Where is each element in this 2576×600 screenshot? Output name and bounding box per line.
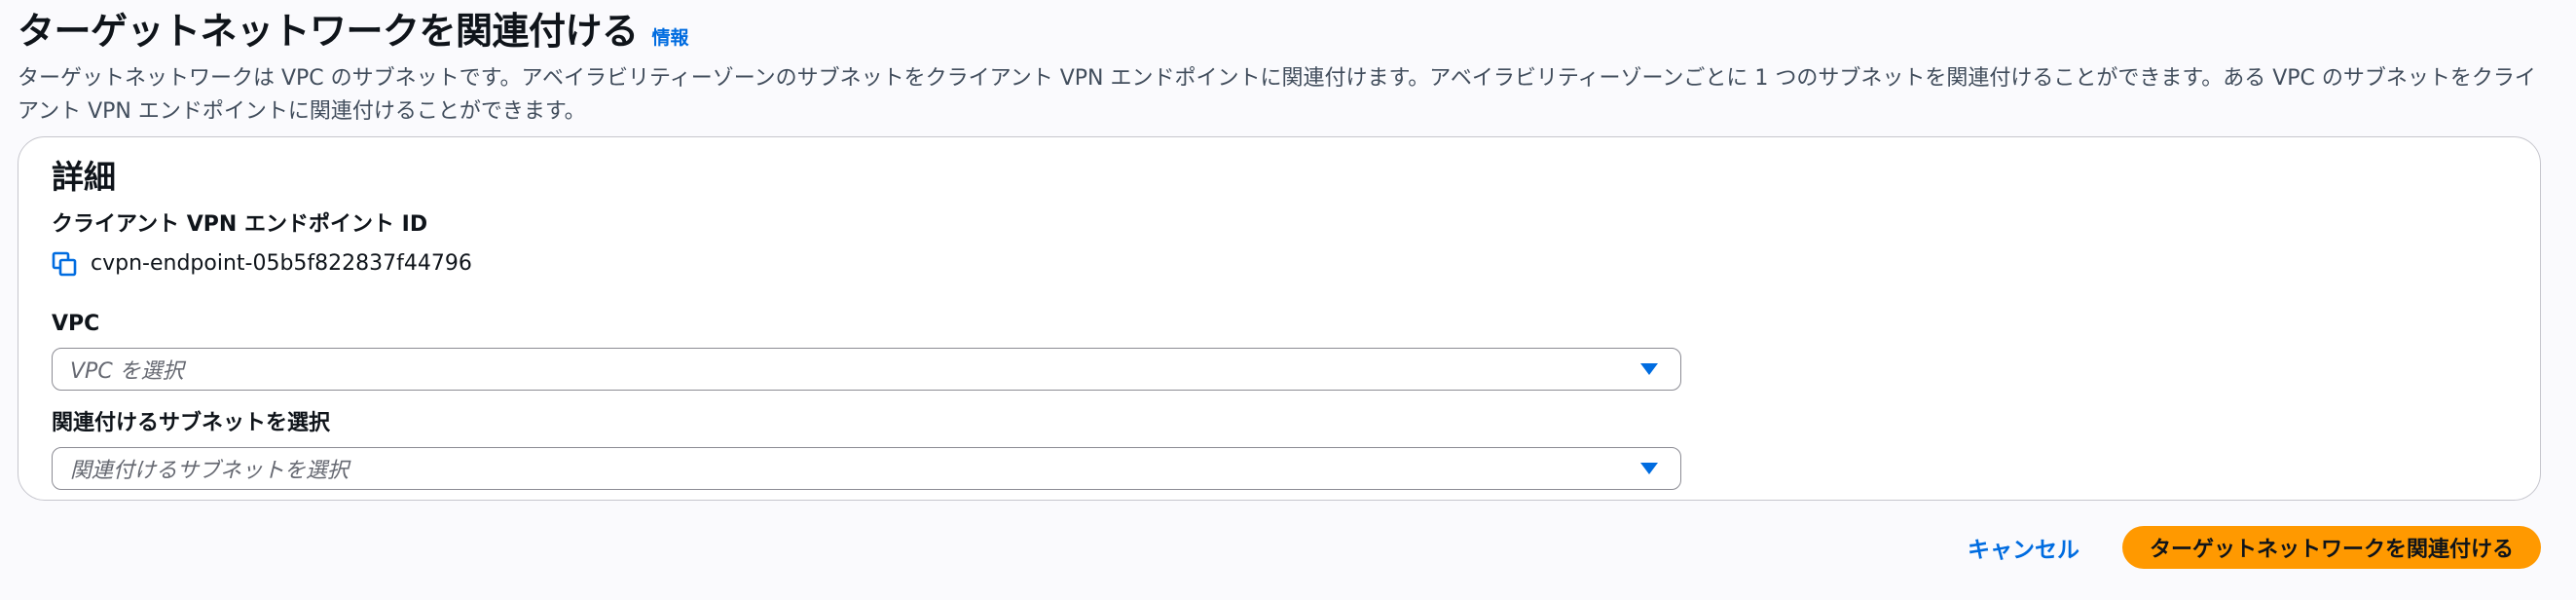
subnet-select-placeholder: 関連付けるサブネットを選択 [70, 459, 350, 483]
cancel-button[interactable]: キャンセル [1968, 531, 2079, 564]
endpoint-id-label: クライアント VPN エンドポイント ID [52, 212, 428, 237]
subnet-label: 関連付けるサブネットを選択 [52, 411, 331, 435]
endpoint-id-row: cvpn-endpoint-05b5f822837f44796 [52, 248, 2507, 280]
page-title: ターゲットネットワークを関連付ける [18, 10, 639, 53]
subnet-select[interactable]: 関連付けるサブネットを選択 [52, 447, 1681, 490]
endpoint-id-value: cvpn-endpoint-05b5f822837f44796 [91, 251, 472, 276]
vpc-label: VPC [52, 312, 100, 336]
associate-target-network-page: ターゲットネットワークを関連付ける 情報 ターゲットネットワークは VPC のサ… [0, 0, 2576, 600]
details-panel-title: 詳細 [52, 158, 116, 196]
vpc-select-placeholder: VPC を選択 [70, 359, 184, 384]
copy-icon[interactable] [52, 251, 77, 277]
vpc-select[interactable]: VPC を選択 [52, 348, 1681, 391]
form-actions: キャンセル ターゲットネットワークを関連付ける [1968, 526, 2541, 569]
page-header: ターゲットネットワークを関連付ける 情報 [18, 8, 2558, 55]
info-link[interactable]: 情報 [652, 23, 689, 50]
caret-down-icon [1640, 463, 1658, 474]
page-description: ターゲットネットワークは VPC のサブネットです。アベイラビリティーゾーンのサ… [18, 66, 2536, 124]
caret-down-icon [1640, 363, 1658, 375]
details-panel: 詳細 クライアント VPN エンドポイント ID cvpn-endpoint-0… [18, 136, 2541, 501]
associate-target-network-button[interactable]: ターゲットネットワークを関連付ける [2121, 526, 2541, 569]
